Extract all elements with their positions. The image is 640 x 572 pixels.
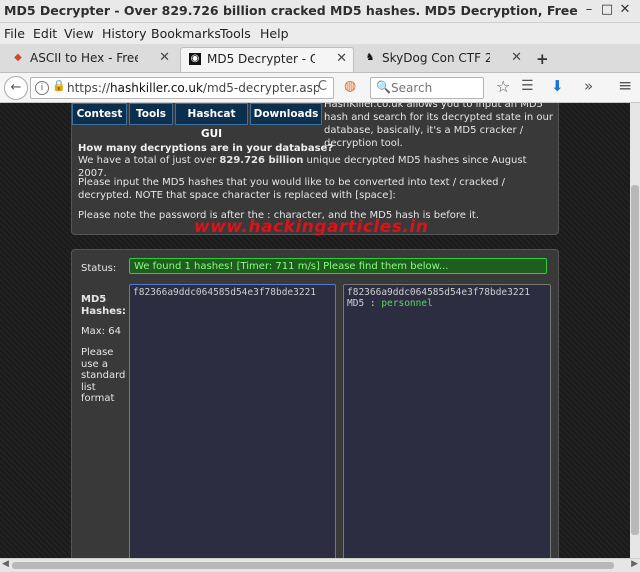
tab-ascii-to-hex[interactable]: ◆ ASCII to Hex - Free t... ✕ [4,47,176,71]
close-window-button[interactable]: ✕ [616,2,634,17]
decrypt-form: Status: We found 1 hashes! [Timer: 711 m… [71,249,559,558]
instructions-text: Please input the MD5 hashes that you wou… [78,177,505,201]
ascii-favicon-icon: ◆ [14,52,22,63]
url-scheme: https:// [67,81,111,95]
bookmark-star-icon[interactable]: ☆ [496,77,510,96]
result-hash: f82366a9ddc064585d54e3f78bde3221 [347,287,531,298]
menu-history[interactable]: History [102,26,146,41]
tab-bar: ◆ ASCII to Hex - Free t... ✕ ◉ MD5 Decry… [0,44,640,73]
tab-md5-decrypter[interactable]: ◉ MD5 Decrypter - Ove... ✕ [180,47,354,72]
total-pre: We have a total of just over [78,155,220,166]
close-icon[interactable]: ✕ [336,51,347,66]
watermark: www.hackingarticles.in [194,217,429,237]
close-icon[interactable]: ✕ [511,50,522,65]
menu-bar: File Edit View History Bookmarks Tools H… [0,23,640,44]
menu-tools[interactable]: Tools [220,26,251,41]
md5-hashes-label: MD5 Hashes: [81,294,126,317]
back-button[interactable]: ← [4,76,28,100]
menu-view[interactable]: View [64,26,94,41]
nav-contest[interactable]: Contest [72,103,127,125]
new-tab-button[interactable]: + [536,50,549,68]
navigation-toolbar: ← i 🔒 https://hashkiller.co.uk/md5-decry… [0,73,640,103]
nav-hashcat-gui[interactable]: Hashcat GUI [175,103,248,140]
about-text: HashKiller.co.uk allows you to input an … [324,103,553,149]
vertical-scrollbar[interactable] [630,103,640,558]
menu-edit[interactable]: Edit [33,26,57,41]
maximize-button[interactable]: □ [598,2,616,17]
result-password: personnel [381,298,433,309]
web-content: Contest Tools Hashcat GUI Downloads Hash… [0,103,630,558]
horizontal-scrollbar[interactable]: ◀ ▶ [0,558,640,572]
format-hint: Please use a standard list format [81,347,126,404]
reload-button[interactable]: C [318,79,327,94]
url-text[interactable]: https://hashkiller.co.uk/md5-decrypter.a… [67,81,319,95]
result-output[interactable]: f82366a9ddc064585d54e3f78bde3221 MD5 : p… [343,284,551,558]
horizontal-scroll-thumb[interactable] [12,562,614,569]
hashkiller-favicon-icon: ◉ [189,53,201,65]
status-message: We found 1 hashes! [Timer: 711 m/s] Plea… [129,258,547,274]
overflow-chevron-icon[interactable]: » [584,77,593,95]
lock-icon: 🔒 [52,79,66,92]
vertical-scroll-thumb[interactable] [631,185,639,535]
tab-skydog-ctf[interactable]: ♞ SkyDog Con CTF 201... ✕ [356,47,528,71]
tab-label: MD5 Decrypter - Ove... [207,52,315,66]
url-bar[interactable]: i 🔒 https://hashkiller.co.uk/md5-decrypt… [30,77,334,99]
info-panel: Contest Tools Hashcat GUI Downloads Hash… [71,103,559,235]
total-count: 829.726 billion [219,155,304,166]
reading-list-icon[interactable]: ☰ [521,78,534,94]
tab-label: ASCII to Hex - Free t... [30,51,138,65]
basketball-addon-icon[interactable]: ◍ [344,78,356,94]
url-path: /md5-decrypter.asp [202,81,319,95]
skydog-favicon-icon: ♞ [365,52,375,63]
window-title: MD5 Decrypter - Over 829.726 billion cra… [4,3,579,18]
scroll-left-icon[interactable]: ◀ [2,559,9,569]
close-icon[interactable]: ✕ [159,50,170,65]
result-line: MD5 : personnel [347,298,547,309]
result-prefix: MD5 : [347,298,382,309]
tab-label: SkyDog Con CTF 201... [382,51,490,65]
window-titlebar: MD5 Decrypter - Over 829.726 billion cra… [0,0,640,23]
max-label: Max: 64 [81,326,121,337]
nav-tools[interactable]: Tools [129,103,173,125]
menu-file[interactable]: File [4,26,25,41]
menu-bookmarks[interactable]: Bookmarks [151,26,221,41]
info-icon[interactable]: i [35,81,49,95]
search-box[interactable]: 🔍 [370,77,484,99]
minimize-button[interactable]: – [580,2,598,17]
status-label: Status: [81,263,117,274]
url-host: hashkiller.co.uk [110,81,203,95]
window-controls: – □ ✕ [580,2,634,17]
hamburger-menu-icon[interactable]: ≡ [618,76,632,96]
md5-input[interactable] [129,284,336,558]
download-icon[interactable]: ⬇ [551,77,564,95]
menu-help[interactable]: Help [260,26,289,41]
nav-downloads[interactable]: Downloads [250,103,322,125]
scroll-right-icon[interactable]: ▶ [631,559,638,569]
search-input[interactable] [389,80,483,96]
database-question: How many decryptions are in your databas… [78,143,334,154]
